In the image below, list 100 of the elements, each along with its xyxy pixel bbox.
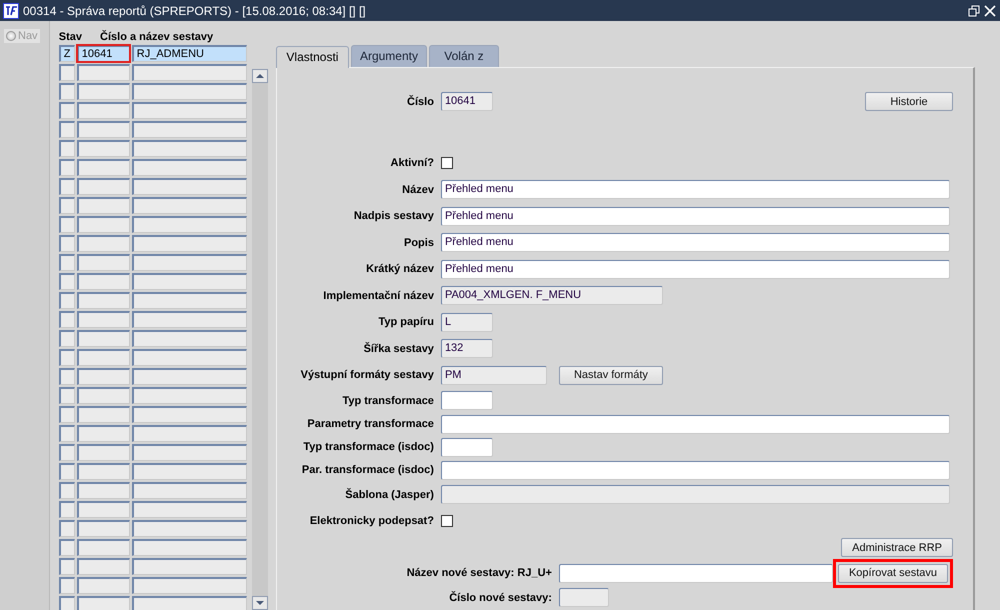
status-cell[interactable] — [58, 482, 75, 499]
input-field[interactable]: Přehled menu — [440, 260, 950, 279]
input-field[interactable] — [558, 588, 609, 607]
status-cell[interactable] — [58, 444, 75, 461]
name-cell[interactable] — [132, 121, 247, 138]
status-cell[interactable] — [58, 406, 75, 423]
status-cell[interactable] — [58, 349, 75, 366]
restore-icon[interactable] — [968, 4, 980, 16]
number-cell[interactable] — [76, 368, 130, 385]
number-cell[interactable]: 10641 — [76, 45, 130, 62]
name-cell[interactable] — [132, 501, 247, 518]
input-field[interactable]: PM — [440, 366, 547, 385]
scroll-down-icon[interactable] — [252, 596, 268, 610]
number-cell[interactable] — [76, 349, 130, 366]
number-cell[interactable] — [76, 235, 130, 252]
number-cell[interactable] — [76, 273, 130, 290]
status-cell[interactable] — [58, 425, 75, 442]
name-cell[interactable] — [132, 577, 247, 594]
status-cell[interactable] — [58, 64, 75, 81]
name-cell[interactable] — [132, 520, 247, 537]
number-cell[interactable] — [76, 254, 130, 271]
name-cell[interactable] — [132, 349, 247, 366]
number-cell[interactable] — [76, 216, 130, 233]
number-cell[interactable] — [76, 406, 130, 423]
input-field[interactable] — [440, 460, 950, 480]
name-cell[interactable] — [132, 368, 247, 385]
status-cell[interactable] — [58, 311, 75, 328]
number-cell[interactable] — [76, 425, 130, 442]
number-cell[interactable] — [76, 64, 130, 81]
status-cell[interactable] — [58, 273, 75, 290]
status-cell[interactable] — [58, 216, 75, 233]
input-field[interactable]: L — [440, 312, 493, 332]
number-cell[interactable] — [76, 596, 130, 610]
status-cell[interactable] — [58, 330, 75, 347]
close-icon[interactable] — [984, 4, 996, 16]
name-cell[interactable] — [132, 273, 247, 290]
name-cell[interactable] — [132, 596, 247, 610]
status-cell[interactable] — [58, 159, 75, 176]
admin-button[interactable]: Administrace RRP — [841, 538, 953, 557]
status-cell[interactable]: Z — [58, 45, 75, 62]
status-cell[interactable] — [58, 463, 75, 480]
status-cell[interactable] — [58, 197, 75, 214]
status-cell[interactable] — [58, 577, 75, 594]
number-cell[interactable] — [76, 140, 130, 157]
name-cell[interactable] — [132, 216, 247, 233]
name-cell[interactable]: RJ_ADMENU — [132, 45, 247, 62]
number-cell[interactable] — [76, 121, 130, 138]
status-cell[interactable] — [58, 596, 75, 610]
number-cell[interactable] — [76, 501, 130, 518]
input-field[interactable] — [440, 391, 493, 410]
status-cell[interactable] — [58, 254, 75, 271]
name-cell[interactable] — [132, 197, 247, 214]
name-cell[interactable] — [132, 83, 247, 100]
copy-button[interactable]: Kopírovat sestavu — [838, 564, 948, 582]
name-cell[interactable] — [132, 311, 247, 328]
name-cell[interactable] — [132, 159, 247, 176]
name-cell[interactable] — [132, 178, 247, 195]
name-cell[interactable] — [132, 425, 247, 442]
formats-button[interactable]: Nastav formáty — [558, 366, 663, 385]
name-cell[interactable] — [132, 539, 247, 556]
number-cell[interactable] — [76, 330, 130, 347]
name-cell[interactable] — [132, 235, 247, 252]
name-cell[interactable] — [132, 463, 247, 480]
name-cell[interactable] — [132, 102, 247, 119]
number-cell[interactable] — [76, 482, 130, 499]
input-field[interactable]: Přehled menu — [440, 206, 950, 226]
input-field[interactable] — [440, 485, 950, 504]
input-field[interactable]: Přehled menu — [440, 233, 950, 252]
name-cell[interactable] — [132, 482, 247, 499]
name-cell[interactable] — [132, 64, 247, 81]
name-cell[interactable] — [132, 406, 247, 423]
number-cell[interactable] — [76, 197, 130, 214]
status-cell[interactable] — [58, 121, 75, 138]
input-field[interactable]: PA004_XMLGEN. F_MENU — [440, 286, 663, 306]
status-cell[interactable] — [58, 292, 75, 309]
status-cell[interactable] — [58, 178, 75, 195]
number-cell[interactable] — [76, 83, 130, 100]
number-cell[interactable] — [76, 520, 130, 537]
input-field[interactable] — [440, 414, 950, 434]
status-cell[interactable] — [58, 387, 75, 404]
tab[interactable]: Volán z — [428, 45, 499, 67]
status-cell[interactable] — [58, 520, 75, 537]
tab[interactable]: Vlastnosti — [276, 46, 349, 68]
status-cell[interactable] — [58, 501, 75, 518]
number-cell[interactable] — [76, 558, 130, 575]
input-field[interactable]: 10641 — [440, 92, 493, 111]
number-cell[interactable] — [76, 311, 130, 328]
name-cell[interactable] — [132, 254, 247, 271]
scroll-up-icon[interactable] — [252, 69, 268, 83]
number-cell[interactable] — [76, 292, 130, 309]
number-cell[interactable] — [76, 539, 130, 556]
checkbox[interactable] — [440, 157, 453, 170]
name-cell[interactable] — [132, 387, 247, 404]
status-cell[interactable] — [58, 558, 75, 575]
name-cell[interactable] — [132, 558, 247, 575]
status-cell[interactable] — [58, 102, 75, 119]
checkbox[interactable] — [440, 515, 453, 528]
number-cell[interactable] — [76, 102, 130, 119]
tab[interactable]: Argumenty — [350, 45, 427, 67]
input-field[interactable] — [558, 564, 833, 582]
